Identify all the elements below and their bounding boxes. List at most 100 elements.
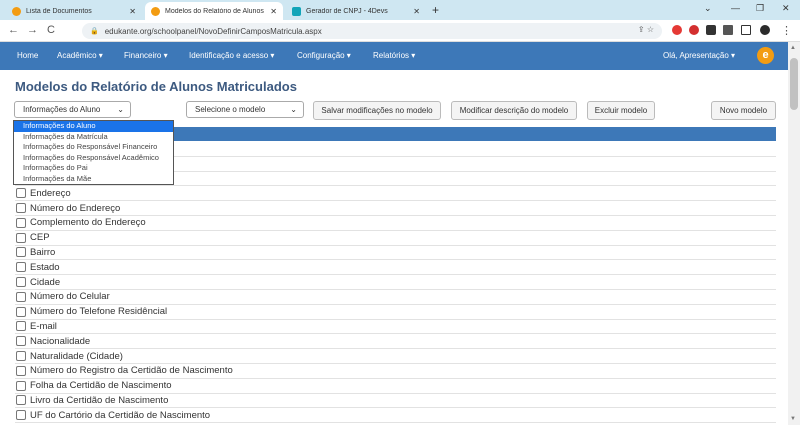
field-row[interactable]: Nacionalidade	[15, 334, 776, 350]
forward-icon[interactable]: →	[27, 24, 38, 36]
nav-academico[interactable]: Acadêmico ▾	[57, 51, 103, 60]
field-row[interactable]: Número do Celular	[15, 290, 776, 305]
dropdown-option-responsavel-financeiro[interactable]: Informações do Responsável Financeiro	[14, 142, 173, 153]
save-model-button[interactable]: Salvar modificações no modelo	[313, 101, 441, 120]
delete-model-button[interactable]: Excluir modelo	[587, 101, 655, 120]
field-row[interactable]: Número do Telefone Residêncial	[15, 305, 776, 320]
field-label: Número do Registro da Certidão de Nascim…	[30, 365, 233, 377]
lock-icon: 🔒	[90, 28, 99, 35]
field-checkbox[interactable]	[16, 321, 26, 332]
nav-home[interactable]: Home	[17, 51, 38, 60]
bookmark-star-icon[interactable]: ⇪ ☆	[638, 25, 654, 34]
field-label: E-mail	[30, 320, 57, 332]
field-row[interactable]: Naturalidade (Cidade)	[15, 349, 776, 364]
dropdown-option-responsavel-academico[interactable]: Informações do Responsável Acadêmico	[14, 153, 173, 164]
puzzle-extensions-icon[interactable]	[706, 25, 716, 35]
category-select[interactable]: Informações do Aluno ⌄	[14, 101, 131, 118]
tab-title: Gerador de CNPJ - 4Devs	[306, 7, 388, 15]
field-label: CEP	[30, 232, 50, 244]
chevron-down-icon: ⌄	[117, 105, 124, 114]
close-icon[interactable]: ✕	[413, 7, 420, 16]
dropdown-option-aluno[interactable]: Informações do Aluno	[14, 121, 173, 132]
category-dropdown-list: Informações do Aluno Informações da Matr…	[13, 120, 174, 185]
tab-title: Lista de Documentos	[26, 7, 92, 15]
field-checkbox[interactable]	[16, 188, 26, 199]
field-label: Naturalidade (Cidade)	[30, 350, 123, 362]
dropdown-option-pai[interactable]: Informações do Pai	[14, 163, 173, 174]
field-label: Número do Telefone Residêncial	[30, 306, 168, 318]
field-row[interactable]: Estado	[15, 260, 776, 276]
field-row[interactable]: Livro da Certidão de Nascimento	[15, 394, 776, 409]
close-icon[interactable]: ✕	[129, 7, 136, 16]
tab-search-icon[interactable]: ⌄	[704, 3, 712, 14]
nav-relatorios[interactable]: Relatórios ▾	[373, 51, 415, 60]
field-label: Endereço	[30, 187, 71, 199]
field-row[interactable]: Número do Endereço	[15, 201, 776, 216]
field-checkbox[interactable]	[16, 291, 26, 302]
user-greeting-menu[interactable]: Olá, Apresentação ▾	[663, 51, 735, 60]
field-checkbox[interactable]	[16, 262, 26, 273]
model-select[interactable]: Selecione o modelo ⌄	[186, 101, 304, 118]
field-row[interactable]: UF do Cartório da Certidão de Nascimento	[15, 408, 776, 424]
field-checkbox[interactable]	[16, 306, 26, 317]
field-checkbox[interactable]	[16, 380, 26, 391]
field-label: Estado	[30, 261, 60, 273]
field-row[interactable]: Complemento do Endereço	[15, 216, 776, 231]
scroll-up-icon[interactable]: ▲	[790, 45, 796, 51]
close-icon[interactable]: ✕	[270, 7, 277, 16]
nav-financeiro[interactable]: Financeiro ▾	[124, 51, 168, 60]
browser-tab-lista-documentos[interactable]: Lista de Documentos ✕	[6, 2, 142, 20]
edukante-logo-icon: e	[757, 47, 774, 64]
page-title: Modelos do Relatório de Alunos Matricula…	[15, 79, 297, 94]
field-row[interactable]: Endereço	[15, 186, 776, 202]
field-checkbox[interactable]	[16, 351, 26, 362]
window-close-icon[interactable]: ✕	[782, 3, 790, 14]
profile-avatar-icon[interactable]	[760, 25, 770, 35]
field-checkbox[interactable]	[16, 217, 26, 228]
side-panel-icon[interactable]	[741, 25, 751, 35]
field-row[interactable]: Folha da Certidão de Nascimento	[15, 379, 776, 394]
menu-dots-icon[interactable]: ⋮	[781, 24, 792, 37]
field-checkbox[interactable]	[16, 232, 26, 243]
nav-configuracao[interactable]: Configuração ▾	[297, 51, 351, 60]
app-navbar: Home Acadêmico ▾ Financeiro ▾ Identifica…	[0, 42, 788, 70]
field-checkbox[interactable]	[16, 336, 26, 347]
field-row[interactable]: Cidade	[15, 275, 776, 290]
field-checkbox[interactable]	[16, 410, 26, 421]
field-row[interactable]: Número do Registro da Certidão de Nascim…	[15, 364, 776, 379]
extension-icon[interactable]	[672, 25, 682, 35]
browser-tab-bar: Lista de Documentos ✕ Modelos do Relatór…	[0, 0, 800, 20]
field-checkbox[interactable]	[16, 277, 26, 288]
dropdown-option-mae[interactable]: Informações da Mãe	[14, 174, 173, 185]
browser-tab-gerador-cnpj[interactable]: Gerador de CNPJ - 4Devs ✕	[286, 2, 426, 20]
new-model-button[interactable]: Novo modelo	[711, 101, 776, 120]
minimize-icon[interactable]: —	[731, 3, 740, 13]
url-field[interactable]: 🔒 edukante.org/schoolpanel/NovoDefinirCa…	[82, 23, 662, 39]
model-select-value: Selecione o modelo	[195, 105, 266, 114]
scroll-down-icon[interactable]: ▼	[790, 416, 796, 422]
field-row[interactable]: E-mail	[15, 320, 776, 335]
new-tab-button[interactable]: +	[432, 3, 439, 17]
scrollbar-thumb[interactable]	[790, 58, 798, 110]
field-label: Bairro	[30, 246, 56, 258]
field-checkbox[interactable]	[16, 365, 26, 376]
page-scrollbar[interactable]: ▲ ▼	[788, 42, 800, 425]
reload-icon[interactable]: C	[47, 24, 55, 36]
nav-identificacao[interactable]: Identificação e acesso ▾	[189, 51, 274, 60]
field-row[interactable]: Bairro	[15, 246, 776, 261]
opera-extension-icon[interactable]	[689, 25, 699, 35]
modify-description-button[interactable]: Modificar descrição do modelo	[451, 101, 577, 120]
category-select-value: Informações do Aluno	[23, 105, 101, 114]
field-label: Complemento do Endereço	[30, 217, 146, 229]
reading-list-icon[interactable]	[723, 25, 733, 35]
field-checkbox[interactable]	[16, 203, 26, 214]
field-row[interactable]: CEP	[15, 231, 776, 246]
back-icon[interactable]: ←	[8, 24, 19, 36]
4devs-icon	[292, 6, 301, 16]
browser-tab-modelos[interactable]: Modelos do Relatório de Alunos ✕	[145, 2, 283, 20]
dropdown-option-matricula[interactable]: Informações da Matrícula	[14, 132, 173, 143]
address-bar: ← → C 🔒 edukante.org/schoolpanel/NovoDef…	[0, 20, 800, 42]
field-checkbox[interactable]	[16, 395, 26, 406]
restore-icon[interactable]: ❐	[756, 3, 764, 14]
field-checkbox[interactable]	[16, 247, 26, 258]
